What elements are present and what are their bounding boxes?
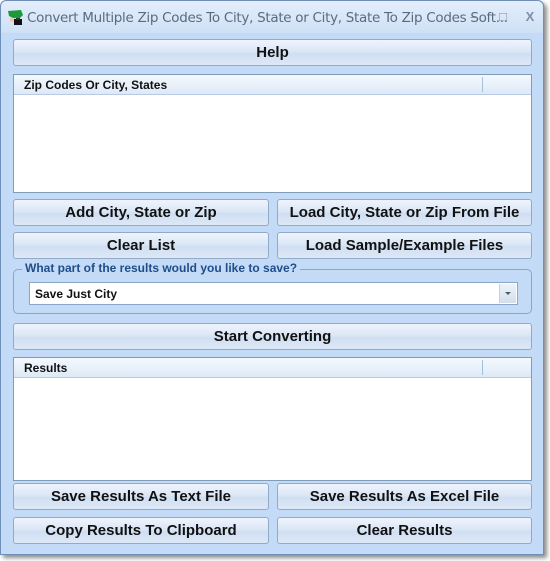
results-list-column-header[interactable]: Results (24, 361, 67, 375)
maximize-icon: □ (499, 9, 507, 24)
input-list-column-header[interactable]: Zip Codes Or City, States (24, 78, 167, 92)
help-button[interactable]: Help (13, 39, 532, 66)
clear-results-button[interactable]: Clear Results (277, 517, 532, 544)
save-excel-file-button[interactable]: Save Results As Excel File (277, 483, 532, 510)
clear-list-button[interactable]: Clear List (13, 232, 269, 259)
add-city-state-zip-button[interactable]: Add City, State or Zip (13, 199, 269, 226)
close-icon: X (525, 9, 535, 24)
app-window: Convert Multiple Zip Codes To City, Stat… (0, 0, 544, 555)
title-bar[interactable]: Convert Multiple Zip Codes To City, Stat… (1, 1, 543, 33)
close-button[interactable]: X (519, 7, 541, 27)
load-from-file-button[interactable]: Load City, State or Zip From File (277, 199, 532, 226)
column-separator[interactable] (482, 360, 483, 375)
window-title: Convert Multiple Zip Codes To City, Stat… (27, 10, 508, 26)
save-option-label: What part of the results would you like … (22, 261, 301, 275)
minimize-button[interactable]: – (463, 7, 485, 27)
chevron-down-icon (505, 292, 511, 295)
app-icon (8, 10, 23, 25)
column-separator[interactable] (482, 77, 483, 92)
save-option-group: What part of the results would you like … (13, 261, 532, 314)
input-list-header: Zip Codes Or City, States (14, 75, 531, 95)
results-list[interactable]: Results (13, 357, 532, 481)
maximize-button[interactable]: □ (492, 7, 514, 27)
dropdown-button[interactable] (499, 284, 516, 303)
save-option-selected: Save Just City (35, 287, 118, 301)
minimize-icon: – (470, 9, 478, 24)
copy-to-clipboard-button[interactable]: Copy Results To Clipboard (13, 517, 269, 544)
results-list-header: Results (14, 358, 531, 378)
input-list[interactable]: Zip Codes Or City, States (13, 74, 532, 193)
start-converting-button[interactable]: Start Converting (13, 323, 532, 350)
client-area: Help Zip Codes Or City, States Add City,… (7, 33, 537, 551)
save-text-file-button[interactable]: Save Results As Text File (13, 483, 269, 510)
save-option-dropdown[interactable]: Save Just City (29, 282, 518, 305)
load-sample-files-button[interactable]: Load Sample/Example Files (277, 232, 532, 259)
